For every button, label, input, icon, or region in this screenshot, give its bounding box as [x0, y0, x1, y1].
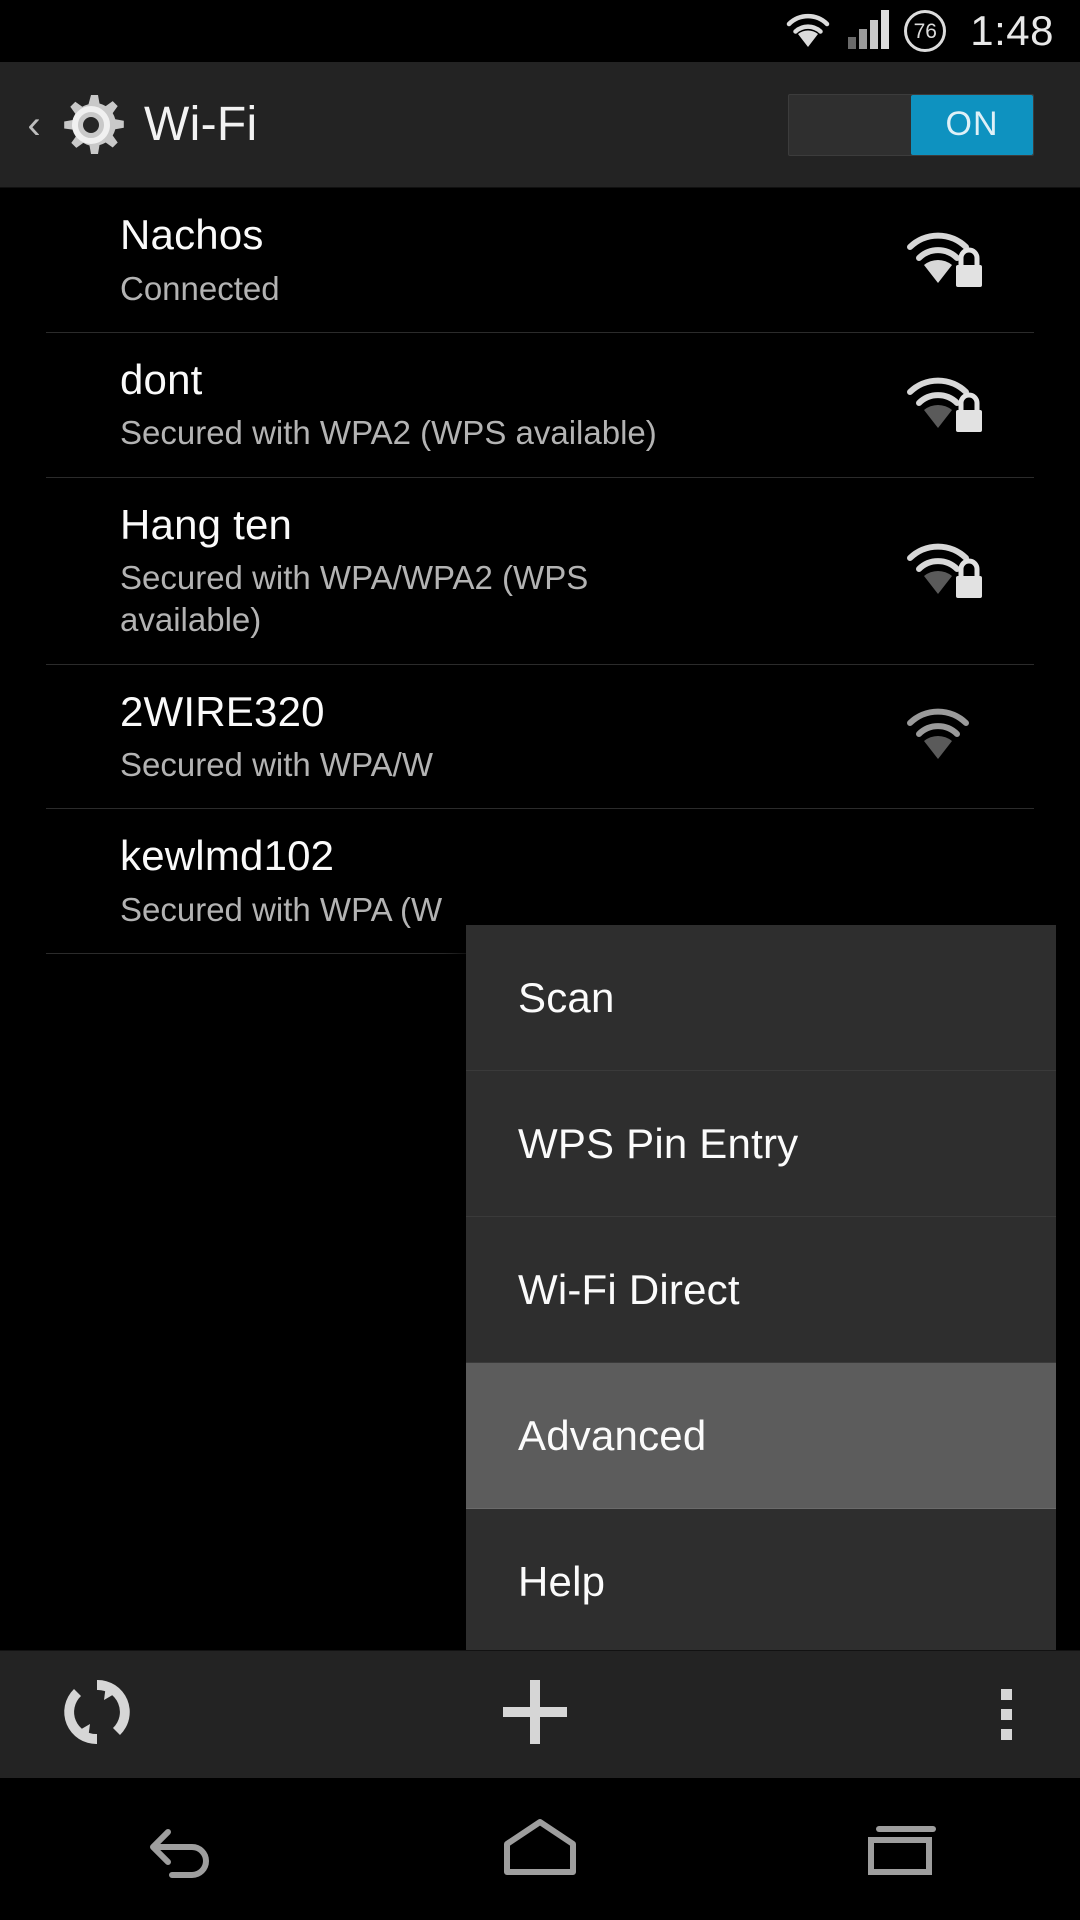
- network-text-block: dont Secured with WPA2 (WPS available): [120, 333, 898, 477]
- network-status: Secured with WPA2 (WPS available): [120, 414, 657, 452]
- network-status: Secured with WPA/W: [120, 746, 433, 784]
- network-text-block: Hang ten Secured with WPA/WPA2 (WPS avai…: [120, 478, 898, 664]
- lock-badge: [956, 558, 982, 598]
- overflow-menu-button[interactable]: [694, 1689, 1080, 1740]
- network-ssid: kewlmd102: [120, 832, 335, 880]
- wifi-toggle-track: [789, 95, 911, 155]
- menu-item-wps-pin-entry[interactable]: WPS Pin Entry: [466, 1071, 1056, 1217]
- network-text-block: Nachos Connected: [120, 188, 898, 332]
- nav-back-icon: [138, 1816, 222, 1883]
- nav-back-button[interactable]: [0, 1816, 360, 1883]
- network-text-block: 2WIRE320 Secured with WPA/W: [120, 665, 898, 809]
- table-row[interactable]: dont Secured with WPA2 (WPS available): [46, 333, 1034, 478]
- wifi-signal-lock-icon: [898, 697, 988, 775]
- overflow-popup-menu[interactable]: Scan WPS Pin Entry Wi-Fi Direct Advanced…: [466, 925, 1056, 1655]
- settings-gear-icon[interactable]: [54, 88, 128, 162]
- menu-item-advanced[interactable]: Advanced: [466, 1363, 1056, 1509]
- battery-level-text: 76: [913, 19, 937, 43]
- network-ssid: dont: [120, 355, 203, 403]
- android-navigation-bar: [0, 1778, 1080, 1920]
- action-bar: ‹ Wi-Fi ON: [0, 62, 1080, 188]
- nav-recents-button[interactable]: [720, 1816, 1080, 1883]
- bottom-toolbar: [0, 1650, 1080, 1778]
- wifi-toggle-thumb[interactable]: ON: [911, 94, 1033, 155]
- nav-home-icon: [497, 1816, 583, 1883]
- lock-badge: [956, 392, 982, 432]
- network-ssid: 2WIRE320: [120, 687, 325, 735]
- wps-refresh-button[interactable]: [0, 1673, 376, 1756]
- network-ssid: Hang ten: [120, 500, 293, 548]
- wifi-toggle-switch[interactable]: ON: [788, 93, 1034, 156]
- table-row[interactable]: Hang ten Secured with WPA/WPA2 (WPS avai…: [46, 478, 1034, 665]
- battery-level-badge: 76: [904, 10, 947, 52]
- table-row[interactable]: Nachos Connected: [46, 188, 1034, 333]
- table-row[interactable]: 2WIRE320 Secured with WPA/W: [46, 665, 1034, 810]
- wifi-signal-lock-icon: [898, 366, 988, 444]
- wifi-signal-lock-icon: [898, 842, 988, 920]
- status-bar: 76 1:48: [0, 0, 1080, 62]
- wps-refresh-icon: [58, 1673, 136, 1756]
- plus-add-network-icon: [497, 1674, 573, 1755]
- nav-recents-icon: [859, 1816, 941, 1883]
- page-title: Wi-Fi: [144, 97, 258, 151]
- overflow-menu-dots-icon: [1001, 1689, 1012, 1740]
- menu-item-wifi-direct[interactable]: Wi-Fi Direct: [466, 1217, 1056, 1363]
- status-bar-icons: 76 1:48: [780, 7, 1054, 56]
- status-bar-clock: 1:48: [970, 7, 1054, 54]
- back-chevron-icon[interactable]: ‹: [14, 105, 54, 145]
- network-status: Connected: [120, 269, 280, 307]
- lock-badge: [956, 247, 982, 287]
- nav-home-button[interactable]: [360, 1816, 720, 1883]
- wifi-signal-icon: [780, 7, 836, 56]
- wifi-signal-lock-icon: [898, 532, 988, 610]
- android-wifi-settings-screen: 76 1:48 ‹ Wi-Fi ON Nachos Connected dont…: [0, 0, 1080, 1920]
- network-ssid: Nachos: [120, 211, 264, 258]
- add-network-button[interactable]: [376, 1674, 694, 1755]
- cellular-signal-icon: [846, 7, 894, 56]
- wifi-signal-lock-icon: [898, 221, 988, 299]
- network-status: Secured with WPA/WPA2 (WPS available): [120, 559, 589, 639]
- menu-item-help[interactable]: Help: [466, 1509, 1056, 1655]
- menu-item-scan[interactable]: Scan: [466, 925, 1056, 1071]
